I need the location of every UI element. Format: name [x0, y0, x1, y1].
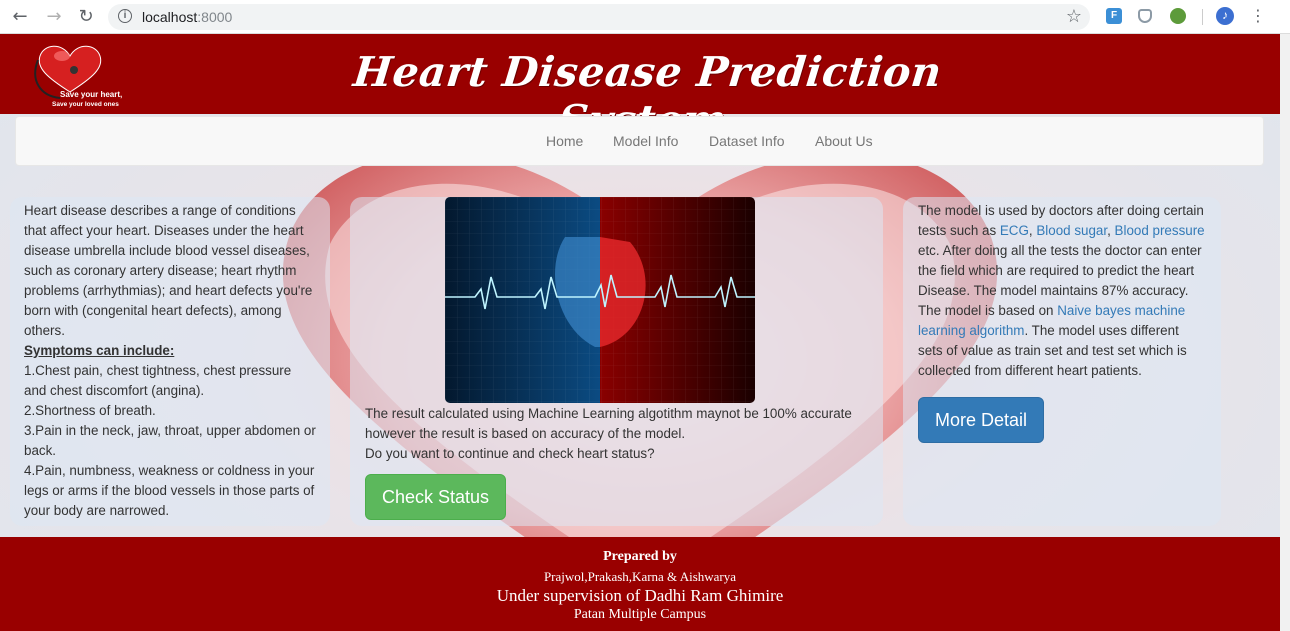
blood-pressure-link[interactable]: Blood pressure	[1115, 223, 1205, 238]
model-description: The model is used by doctors after doing…	[918, 201, 1206, 381]
heart-ecg-image	[445, 197, 755, 403]
nav-home[interactable]: Home	[546, 133, 583, 149]
ecg-link[interactable]: ECG	[1000, 223, 1029, 238]
nav-dataset-info[interactable]: Dataset Info	[709, 133, 785, 149]
shield-extension-icon[interactable]	[1138, 9, 1152, 23]
footer-campus: Patan Multiple Campus	[573, 607, 707, 622]
separator: ,	[1107, 223, 1115, 238]
star-icon[interactable]: ☆	[1066, 6, 1082, 27]
url-port: :8000	[197, 9, 233, 25]
footer-supervision: Under supervision of Dadhi Ram Ghimire	[496, 586, 784, 605]
globe-extension-icon[interactable]	[1170, 8, 1186, 24]
result-text-2: Do you want to continue and check heart …	[365, 446, 655, 461]
check-status-panel: The result calculated using Machine Lear…	[350, 197, 883, 526]
profile-avatar[interactable]: ♪	[1216, 7, 1234, 25]
symptom-item: 1.Chest pain, chest tightness, chest pre…	[24, 363, 292, 398]
footer: Prepared by Prajwol,Prakash,Karna & Aish…	[0, 537, 1280, 631]
logo-tagline-1: Save your heart,	[60, 90, 123, 99]
nav-model-info[interactable]: Model Info	[613, 133, 678, 149]
navbar: Home Model Info Dataset Info About Us	[15, 116, 1264, 166]
browser-toolbar: ← → ↻ i localhost:8000 ☆ F ♪ ⋮	[0, 0, 1290, 34]
reload-icon[interactable]: ↻	[76, 7, 96, 27]
result-disclaimer: The result calculated using Machine Lear…	[365, 404, 875, 464]
blood-sugar-link[interactable]: Blood sugar	[1036, 223, 1107, 238]
more-detail-button[interactable]: More Detail	[918, 397, 1044, 443]
result-text-1: The result calculated using Machine Lear…	[365, 406, 852, 441]
footer-authors: Prajwol,Prakash,Karna & Aishwarya	[543, 569, 737, 584]
symptom-item: 4.Pain, numbness, weakness or coldness i…	[24, 463, 315, 518]
site-header: Save your heart, Save your loved ones He…	[0, 34, 1280, 144]
footer-prepared-by: Prepared by	[603, 549, 677, 564]
heart-disease-info-panel: Heart disease describes a range of condi…	[10, 197, 330, 526]
menu-icon[interactable]: ⋮	[1250, 6, 1266, 25]
extension-icon[interactable]: F	[1106, 8, 1122, 24]
check-status-button[interactable]: Check Status	[365, 474, 506, 520]
symptoms-heading: Symptoms can include:	[24, 343, 175, 358]
url-host: localhost	[142, 9, 198, 25]
address-bar[interactable]: i localhost:8000 ☆	[108, 4, 1090, 30]
scrollbar[interactable]	[1280, 34, 1290, 631]
info-icon[interactable]: i	[118, 9, 132, 23]
forward-arrow-icon[interactable]: →	[44, 7, 64, 27]
symptom-item: 3.Pain in the neck, jaw, throat, upper a…	[24, 423, 316, 458]
page: Save your heart, Save your loved ones He…	[0, 34, 1280, 631]
symptom-item: 2.Shortness of breath.	[24, 403, 156, 418]
toolbar-divider	[1202, 9, 1203, 25]
intro-text: Heart disease describes a range of condi…	[24, 203, 313, 338]
url-text[interactable]: localhost:8000	[142, 9, 232, 25]
nav-about-us[interactable]: About Us	[815, 133, 873, 149]
back-arrow-icon[interactable]: ←	[10, 7, 30, 27]
model-info-panel: The model is used by doctors after doing…	[903, 197, 1221, 526]
logo-tagline-2: Save your loved ones	[52, 101, 119, 108]
